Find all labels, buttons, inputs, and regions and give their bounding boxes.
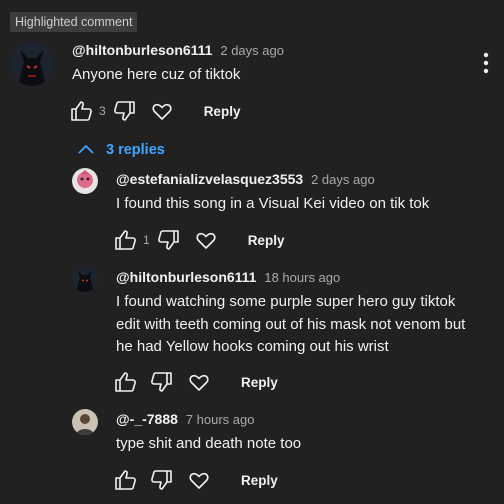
comment-header: @-_-7888 7 hours ago bbox=[116, 411, 254, 427]
like-icon[interactable] bbox=[114, 468, 138, 492]
like-icon[interactable] bbox=[114, 370, 138, 394]
reply-button[interactable]: Reply bbox=[204, 104, 241, 119]
comment-time[interactable]: 18 hours ago bbox=[264, 270, 340, 285]
comment-author[interactable]: @-_-7888 bbox=[116, 411, 178, 427]
like-count: 3 bbox=[99, 104, 106, 118]
comment-time[interactable]: 7 hours ago bbox=[186, 412, 255, 427]
comment-text: I found watching some purple super hero … bbox=[116, 293, 466, 355]
comment-author[interactable]: @hiltonburleson6111 bbox=[116, 269, 256, 285]
comment-text: I found this song in a Visual Kei video … bbox=[116, 195, 430, 212]
reply-button[interactable]: Reply bbox=[241, 473, 278, 488]
more-options-icon[interactable] bbox=[478, 50, 494, 76]
replies-toggle[interactable]: 3 replies bbox=[76, 140, 165, 160]
avatar[interactable] bbox=[72, 266, 98, 292]
comment-actions: Reply bbox=[114, 370, 278, 394]
avatar[interactable] bbox=[72, 168, 98, 194]
highlighted-comment-badge: Highlighted comment bbox=[10, 12, 138, 32]
comment-header: @estefanializvelasquez3553 2 days ago bbox=[116, 171, 375, 187]
heart-icon[interactable] bbox=[187, 468, 211, 492]
comment-header: @hiltonburleson6111 18 hours ago bbox=[116, 269, 340, 285]
comment-actions: Reply bbox=[114, 468, 278, 492]
avatar[interactable] bbox=[10, 42, 54, 86]
reply-button[interactable]: Reply bbox=[248, 233, 285, 248]
avatar[interactable] bbox=[72, 409, 98, 435]
comment-header: @hiltonburleson6111 2 days ago bbox=[72, 42, 284, 58]
dislike-icon[interactable] bbox=[156, 228, 180, 252]
like-icon[interactable] bbox=[70, 99, 94, 123]
replies-count-label: 3 replies bbox=[106, 142, 165, 158]
reply-button[interactable]: Reply bbox=[241, 375, 278, 390]
comment-time[interactable]: 2 days ago bbox=[311, 172, 375, 187]
comment-author[interactable]: @hiltonburleson6111 bbox=[72, 42, 212, 58]
heart-icon[interactable] bbox=[150, 99, 174, 123]
dislike-icon[interactable] bbox=[149, 468, 173, 492]
dislike-icon[interactable] bbox=[112, 99, 136, 123]
like-count: 1 bbox=[143, 233, 150, 247]
dislike-icon[interactable] bbox=[149, 370, 173, 394]
comment-time[interactable]: 2 days ago bbox=[220, 43, 284, 58]
comment-author[interactable]: @estefanializvelasquez3553 bbox=[116, 171, 303, 187]
comment-text: type shit and death note too bbox=[116, 435, 302, 452]
comment-actions: 1 Reply bbox=[114, 228, 284, 252]
heart-icon[interactable] bbox=[187, 370, 211, 394]
heart-icon[interactable] bbox=[194, 228, 218, 252]
chevron-up-icon bbox=[76, 140, 96, 160]
like-icon[interactable] bbox=[114, 228, 138, 252]
comment-actions: 3 Reply bbox=[70, 99, 240, 123]
comment-text: Anyone here cuz of tiktok bbox=[72, 66, 241, 83]
